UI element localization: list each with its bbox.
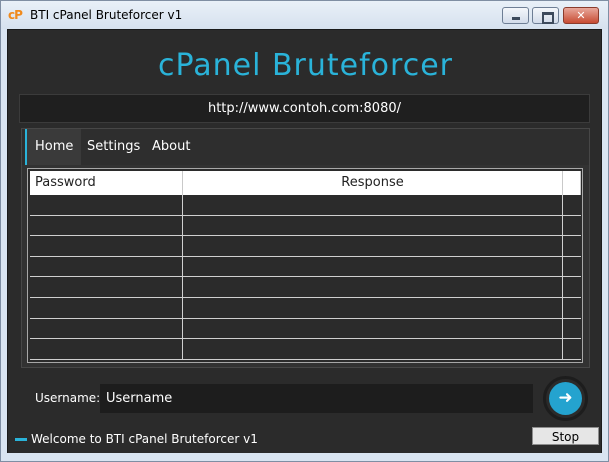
- password-cell: [30, 215, 183, 236]
- table-row[interactable]: [30, 195, 581, 216]
- tab-settings[interactable]: Settings: [79, 129, 148, 165]
- response-cell: [183, 236, 563, 256]
- password-cell: [30, 297, 183, 318]
- password-cell: [30, 236, 183, 256]
- username-label: Username:: [35, 391, 101, 405]
- close-icon: ✕: [576, 9, 586, 22]
- password-cell: [30, 318, 183, 339]
- response-cell: [183, 195, 563, 215]
- minimize-button[interactable]: [502, 7, 529, 24]
- tab-home[interactable]: Home: [25, 129, 82, 165]
- response-cell: [183, 318, 563, 339]
- response-cell: [183, 297, 563, 318]
- status-bar: Welcome to BTI cPanel Bruteforcer v1 Sto…: [8, 427, 601, 453]
- response-cell: [183, 215, 563, 236]
- app-title: cPanel Bruteforcer: [158, 48, 453, 83]
- tab-panel: Home Settings About Password Response: [21, 128, 590, 368]
- table-row[interactable]: [30, 318, 581, 340]
- password-cell: [30, 339, 183, 359]
- grid-body: [30, 195, 581, 360]
- password-cell: [30, 256, 183, 277]
- status-message: Welcome to BTI cPanel Bruteforcer v1: [31, 432, 258, 446]
- password-cell: [30, 195, 183, 215]
- table-row[interactable]: [30, 277, 581, 298]
- arrow-right-icon: ➜: [549, 382, 582, 415]
- cpanel-logo-icon: cP: [8, 8, 23, 22]
- column-header-response[interactable]: Response: [183, 171, 563, 195]
- title-bar[interactable]: cP BTI cPanel Bruteforcer v1 ✕: [1, 1, 608, 29]
- grid-header: Password Response: [30, 171, 581, 195]
- column-header-password[interactable]: Password: [30, 171, 183, 195]
- maximize-button[interactable]: [532, 7, 559, 24]
- tab-about[interactable]: About: [144, 129, 198, 165]
- table-row[interactable]: [30, 339, 581, 360]
- response-cell: [183, 339, 563, 359]
- response-cell: [183, 256, 563, 277]
- table-row[interactable]: [30, 256, 581, 278]
- close-button[interactable]: ✕: [563, 7, 599, 24]
- start-button[interactable]: ➜: [543, 376, 588, 421]
- column-header-filler: [563, 171, 581, 195]
- username-input[interactable]: [100, 384, 533, 413]
- results-grid[interactable]: Password Response: [27, 168, 583, 363]
- window-title: BTI cPanel Bruteforcer v1: [30, 8, 183, 22]
- table-row[interactable]: [30, 297, 581, 319]
- tab-bar: Home Settings About: [22, 129, 589, 165]
- stop-button[interactable]: Stop: [532, 427, 599, 445]
- target-url-field[interactable]: http://www.contoh.com:8080/: [19, 94, 590, 123]
- status-accent-bar: [15, 438, 27, 441]
- table-row[interactable]: [30, 215, 581, 237]
- app-window: cP BTI cPanel Bruteforcer v1 ✕ cPanel Br…: [0, 0, 609, 462]
- table-row[interactable]: [30, 236, 581, 257]
- client-area: cPanel Bruteforcer http://www.contoh.com…: [7, 29, 602, 453]
- password-cell: [30, 277, 183, 297]
- response-cell: [183, 277, 563, 297]
